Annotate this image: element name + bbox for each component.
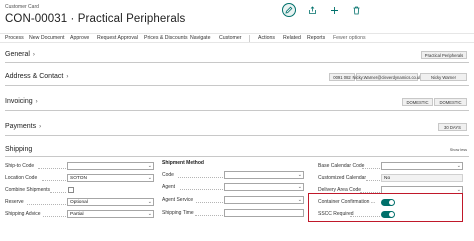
- leader-dots: [180, 189, 223, 190]
- leader-dots: [362, 168, 380, 169]
- chevron-down-icon: ⌄: [297, 197, 302, 203]
- edit-icon[interactable]: [282, 3, 296, 17]
- chevron-down-icon: ⌄: [147, 199, 152, 205]
- leader-dots: [366, 180, 380, 181]
- general-header[interactable]: General ›: [5, 51, 35, 58]
- action-navigate[interactable]: Navigate: [190, 35, 210, 41]
- location-code-value: SOTON: [70, 175, 87, 181]
- agent-label: Agent: [162, 184, 176, 190]
- location-code-label: Location Code: [5, 175, 38, 181]
- chevron-right-icon: ›: [39, 124, 42, 130]
- divider: [5, 156, 469, 157]
- chevron-down-icon: ⌄: [297, 172, 302, 178]
- action-fewer-options[interactable]: Fewer options: [333, 35, 366, 41]
- add-icon[interactable]: [328, 4, 340, 16]
- shipping-time-field[interactable]: [224, 209, 304, 217]
- action-request-approval[interactable]: Request Approval: [97, 35, 138, 41]
- header-icon-bar: [282, 3, 362, 17]
- combine-shipments-label: Combine Shipments: [5, 187, 51, 193]
- reserve-select[interactable]: Optional ⌄: [67, 198, 154, 206]
- address-summary-badge: Nicky Warner: [420, 73, 467, 81]
- leader-dots: [38, 168, 66, 169]
- reserve-value: Optional: [70, 199, 88, 205]
- payments-header[interactable]: Payments ›: [5, 123, 41, 130]
- agent-service-label: Agent Service: [162, 197, 194, 203]
- action-actions[interactable]: Actions: [258, 35, 275, 41]
- leader-dots: [43, 216, 66, 217]
- chevron-down-icon: ⌄: [147, 163, 152, 169]
- leader-dots: [195, 215, 223, 216]
- shipping-time-label: Shipping Time: [162, 210, 194, 216]
- agent-service-field[interactable]: ⌄: [224, 196, 304, 204]
- general-title: General: [5, 51, 30, 58]
- action-bar: Process New Document Approve Request App…: [0, 33, 474, 43]
- chevron-right-icon: ›: [66, 74, 69, 80]
- shipment-method-code-label: Code: [162, 172, 174, 178]
- chevron-right-icon: ›: [35, 99, 38, 105]
- chevron-right-icon: ›: [32, 52, 35, 58]
- delete-icon[interactable]: [350, 4, 362, 16]
- invoicing-summary-badge: DOMESTIC: [402, 98, 433, 106]
- customized-calendar-field: No: [381, 174, 463, 182]
- invoicing-summary-badge: DOMESTIC: [434, 98, 467, 106]
- reserve-label: Reserve: [5, 199, 24, 205]
- shipping-advice-value: Partial: [70, 211, 84, 217]
- customized-calendar-value: No: [384, 175, 391, 181]
- shipping-advice-select[interactable]: Partial ⌄: [67, 210, 154, 218]
- action-new-document[interactable]: New Document: [29, 35, 64, 41]
- address-title: Address & Contact: [5, 73, 64, 80]
- customized-calendar-label: Customized Calendar: [318, 175, 367, 181]
- base-calendar-code-field[interactable]: ⌄: [381, 162, 463, 170]
- chevron-down-icon: ⌄: [147, 211, 152, 217]
- shipping-header[interactable]: Shipping: [5, 146, 32, 153]
- chevron-down-icon: ⌄: [147, 175, 152, 181]
- payments-title: Payments: [5, 123, 37, 130]
- page-header: Customer Card CON-00031 · Practical Peri…: [0, 0, 474, 33]
- action-process[interactable]: Process: [5, 35, 24, 41]
- share-icon[interactable]: [306, 4, 318, 16]
- invoicing-title: Invoicing: [5, 98, 33, 105]
- action-separator: [249, 35, 250, 42]
- highlight-box: [308, 193, 463, 222]
- action-prices-discounts[interactable]: Prices & Discounts: [144, 35, 188, 41]
- leader-dots: [178, 177, 223, 178]
- page-title: CON-00031 · Practical Peripherals: [5, 13, 186, 25]
- leader-dots: [42, 180, 66, 181]
- divider: [5, 135, 469, 136]
- action-related[interactable]: Related: [283, 35, 301, 41]
- action-reports[interactable]: Reports: [307, 35, 325, 41]
- divider: [5, 110, 469, 111]
- page-caption: Customer Card: [5, 4, 39, 10]
- address-header[interactable]: Address & Contact ›: [5, 73, 68, 80]
- payments-summary-badge: 30 DAYS: [438, 123, 467, 131]
- shipment-method-heading: Shipment Method: [162, 160, 204, 166]
- base-calendar-code-label: Base Calendar Code: [318, 163, 365, 169]
- shipping-title: Shipping: [5, 146, 33, 153]
- ship-to-code-label: Ship-to Code: [5, 163, 35, 169]
- shipping-advice-label: Shipping Advice: [5, 211, 41, 217]
- address-summary-badge: Nicky.Warner@cleverdynamics.co.uk: [352, 73, 422, 81]
- invoicing-header[interactable]: Invoicing ›: [5, 98, 38, 105]
- leader-dots: [27, 204, 66, 205]
- general-summary-badge: Practical Peripherals: [421, 51, 467, 59]
- location-code-field[interactable]: SOTON ⌄: [67, 174, 154, 182]
- chevron-down-icon: ⌄: [456, 163, 461, 169]
- divider: [5, 85, 469, 86]
- address-summary-badge: 0091 082: [329, 73, 355, 81]
- show-less-link[interactable]: Show less: [450, 148, 467, 152]
- action-customer[interactable]: Customer: [219, 35, 242, 41]
- leader-dots: [196, 202, 223, 203]
- combine-shipments-checkbox[interactable]: [68, 187, 74, 193]
- agent-field[interactable]: ⌄: [224, 183, 304, 191]
- leader-dots: [50, 192, 66, 193]
- chevron-down-icon: ⌄: [297, 184, 302, 190]
- divider: [5, 62, 469, 63]
- action-approve[interactable]: Approve: [70, 35, 89, 41]
- ship-to-code-field[interactable]: ⌄: [67, 162, 154, 170]
- shipment-method-code-field[interactable]: ⌄: [224, 171, 304, 179]
